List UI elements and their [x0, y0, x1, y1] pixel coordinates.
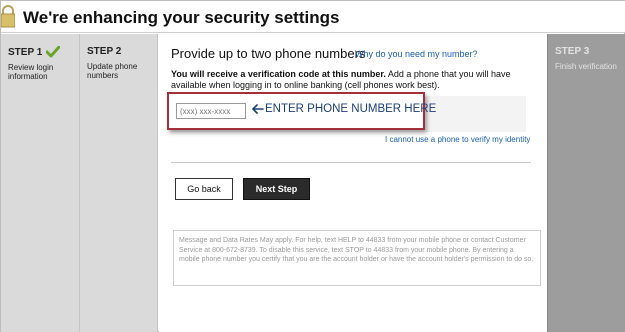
step-2-description: Update phone numbers [87, 62, 138, 80]
divider [171, 162, 531, 163]
checkmark-icon [46, 46, 61, 58]
step-3-title: STEP 3 [555, 46, 590, 57]
lock-icon [1, 5, 15, 28]
disclaimer-box: Message and Data Rates May apply. For he… [173, 230, 541, 286]
step-3-description: Finish verification [555, 62, 617, 71]
next-step-button[interactable]: Next Step [243, 178, 310, 200]
verification-info-bold: You will receive a verification code at … [171, 69, 386, 79]
phone-input-highlight: ENTER PHONE NUMBER HERE [167, 92, 436, 130]
step-2-title: STEP 2 [87, 46, 122, 57]
step-3-panel: STEP 3 Finish verification [547, 34, 625, 332]
step-1-panel: STEP 1 Review login information [1, 34, 80, 332]
step-1-description: Review login information [8, 63, 54, 81]
cannot-use-phone-link[interactable]: I cannot use a phone to verify my identi… [385, 135, 530, 144]
section-title: Provide up to two phone numbers [171, 46, 366, 61]
go-back-button[interactable]: Go back [175, 178, 233, 200]
phone-number-input[interactable] [176, 103, 246, 119]
disclaimer-text: Message and Data Rates May apply. For he… [179, 237, 534, 263]
verification-info: You will receive a verification code at … [171, 69, 541, 91]
enter-phone-annotation: ENTER PHONE NUMBER HERE [252, 103, 436, 115]
header-bar: We're enhancing your security settings [1, 1, 625, 33]
step-2-panel: STEP 2 Update phone numbers [80, 34, 158, 332]
page-title: We're enhancing your security settings [23, 8, 340, 27]
security-settings-window: We're enhancing your security settings S… [0, 0, 625, 332]
why-need-number-link[interactable]: Why do you need my number? [355, 49, 478, 59]
main-content: Provide up to two phone numbers Why do y… [159, 34, 547, 332]
step-1-title: STEP 1 [8, 46, 43, 58]
arrow-left-icon [252, 104, 264, 114]
enter-phone-text: ENTER PHONE NUMBER HERE [265, 103, 437, 115]
